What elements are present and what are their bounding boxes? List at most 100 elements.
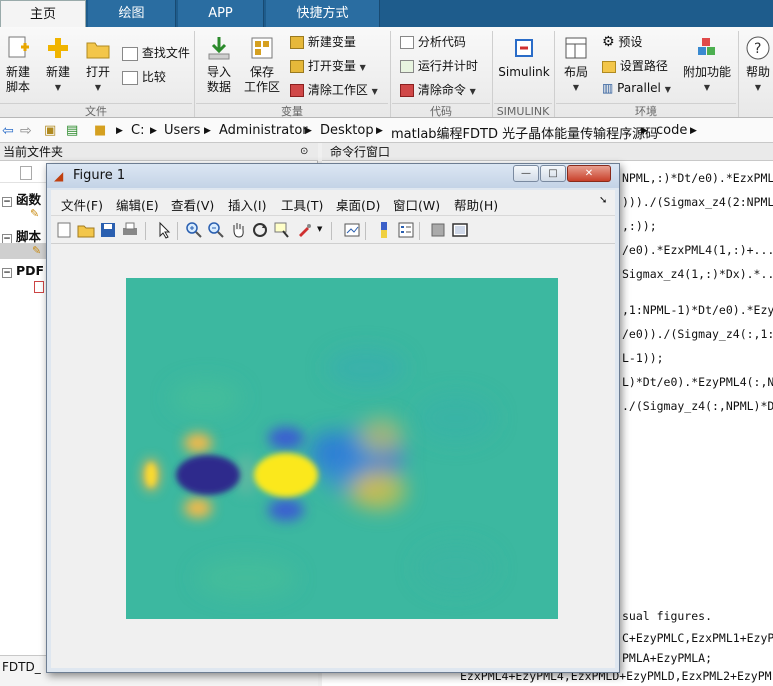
zoom-out-icon[interactable] xyxy=(207,221,225,239)
save-workspace-button[interactable]: 保存 工作区 xyxy=(242,35,282,95)
open-variable-button[interactable]: 打开变量 ▼ xyxy=(290,57,366,74)
pdf-file-icon[interactable] xyxy=(34,281,44,293)
clear-commands-button[interactable]: 清除命令 ▼ xyxy=(400,81,476,98)
new-script-button[interactable]: 新建 脚本 xyxy=(2,35,34,95)
dock-arrow-icon[interactable]: ➘ xyxy=(599,195,607,206)
open-file-icon[interactable] xyxy=(77,221,95,239)
pan-hand-icon[interactable] xyxy=(229,221,247,239)
forward-arrow-icon[interactable]: ⇨ xyxy=(20,123,32,139)
field-intensity-plot[interactable] xyxy=(126,278,558,619)
analyze-code-button[interactable]: 分析代码 xyxy=(400,33,466,50)
run-and-time-button[interactable]: 运行并计时 xyxy=(400,57,478,74)
menu-window[interactable]: 窗口(W) xyxy=(393,195,440,214)
up-folder-icon[interactable]: ▣ xyxy=(44,123,56,138)
current-folder-header: 当前文件夹 ⊙ xyxy=(0,143,318,161)
simulink-icon xyxy=(515,39,533,57)
section-functions-label: 函数 xyxy=(16,192,42,207)
breadcrumb-users[interactable]: Users xyxy=(164,123,200,138)
dropdown-arrow-icon[interactable]: ▼ xyxy=(317,225,322,233)
section-functions[interactable]: − 函数 xyxy=(0,189,41,208)
code-group-label: 代码 xyxy=(392,103,490,118)
parallel-button[interactable]: ▥ Parallel ▼ xyxy=(602,81,671,95)
code-line: NPML,:)*Dt/e0).*EzxPML4 xyxy=(622,171,773,185)
maximize-button[interactable]: □ xyxy=(540,165,566,182)
collapse-icon[interactable]: − xyxy=(2,268,12,278)
import-label: 导入 xyxy=(206,65,231,79)
import-data-button[interactable]: 导入 数据 xyxy=(200,35,238,95)
menu-file[interactable]: 文件(F) xyxy=(61,195,103,214)
new-script-icon xyxy=(8,36,29,58)
dropdown-arrow-icon: ▼ xyxy=(572,83,580,92)
link-plot-icon[interactable] xyxy=(343,221,361,239)
breadcrumb-code[interactable]: code xyxy=(656,123,687,138)
close-button[interactable]: ✕ xyxy=(567,165,611,182)
function-file-icon[interactable]: ✎ xyxy=(30,207,39,220)
layout-button[interactable]: 布局 ▼ xyxy=(560,35,592,95)
new-variable-button[interactable]: 新建变量 xyxy=(290,33,356,50)
new-figure-icon[interactable] xyxy=(55,221,73,239)
tab-shortcuts[interactable]: 快捷方式 xyxy=(266,0,380,27)
compare-button[interactable]: 比较 xyxy=(122,68,166,85)
simulink-button[interactable]: Simulink xyxy=(498,35,550,80)
breadcrumb-desktop[interactable]: Desktop xyxy=(320,123,374,138)
help-button[interactable]: ? 帮助 ▼ xyxy=(744,35,772,95)
breadcrumb-project-folder[interactable]: matlab编程FDTD 光子晶体能量传输程序源码 xyxy=(391,123,658,142)
code-line: ,:)); xyxy=(622,219,657,233)
code-line: /e0))./(Sigmay_z4(:,1:N xyxy=(622,327,773,341)
analyze-icon xyxy=(400,36,414,49)
section-pdf[interactable]: − PDF xyxy=(0,263,44,278)
legend-icon[interactable] xyxy=(397,221,415,239)
tab-home[interactable]: 主页 xyxy=(0,0,86,27)
brush-icon[interactable] xyxy=(295,221,313,239)
find-files-button[interactable]: 查找文件 xyxy=(122,44,190,61)
menu-tools[interactable]: 工具(T) xyxy=(281,195,323,214)
data-cursor-icon[interactable] xyxy=(273,221,291,239)
addons-button[interactable]: 附加功能 ▼ xyxy=(682,35,732,95)
menu-desktop[interactable]: 桌面(D) xyxy=(336,195,380,214)
collapse-icon[interactable]: − xyxy=(2,197,12,207)
toolbar-divider xyxy=(145,222,146,240)
zoom-in-icon[interactable] xyxy=(185,221,203,239)
new-button[interactable]: 新建 ▼ xyxy=(42,35,74,95)
print-icon[interactable] xyxy=(121,221,139,239)
minimize-button[interactable]: — xyxy=(513,165,539,182)
browse-folder-icon[interactable]: ▤ xyxy=(66,123,78,138)
hide-plot-tools-icon[interactable] xyxy=(429,221,447,239)
figure-title-bar[interactable]: ◢ Figure 1 — □ ✕ xyxy=(47,164,619,188)
back-arrow-icon[interactable]: ⇦ xyxy=(2,123,14,139)
menu-help[interactable]: 帮助(H) xyxy=(454,195,498,214)
clear-commands-label: 清除命令 xyxy=(417,83,466,97)
parallel-label: Parallel xyxy=(617,81,661,95)
svg-text:?: ? xyxy=(754,41,761,57)
panel-menu-icon[interactable]: ⊙ xyxy=(300,143,308,161)
open-label: 打开 xyxy=(85,65,110,79)
pointer-icon[interactable] xyxy=(155,221,173,239)
figure-window[interactable]: ◢ Figure 1 — □ ✕ 文件(F) 编辑(E) 查看(V) 插入(I)… xyxy=(46,163,620,673)
menu-edit[interactable]: 编辑(E) xyxy=(116,195,159,214)
breadcrumb-c[interactable]: C: xyxy=(131,123,144,138)
clear-commands-icon xyxy=(400,84,414,97)
show-plot-tools-icon[interactable] xyxy=(451,221,469,239)
clear-workspace-button[interactable]: 清除工作区 ▼ xyxy=(290,81,378,98)
dropdown-arrow-icon: ▼ xyxy=(754,83,762,92)
menu-view[interactable]: 查看(V) xyxy=(171,195,214,214)
save-icon[interactable] xyxy=(99,221,117,239)
figure-canvas[interactable] xyxy=(51,244,615,668)
tab-apps[interactable]: APP xyxy=(178,0,264,27)
set-path-button[interactable]: 设置路径 xyxy=(602,57,668,74)
open-variable-icon xyxy=(290,60,304,73)
tab-plots[interactable]: 绘图 xyxy=(88,0,176,27)
dropdown-arrow-icon: ▼ xyxy=(664,85,671,94)
dropdown-arrow-icon: ▼ xyxy=(359,63,366,72)
breadcrumb-administrator[interactable]: Administrator xyxy=(219,123,308,138)
rotate-3d-icon[interactable] xyxy=(251,221,269,239)
menu-insert[interactable]: 插入(I) xyxy=(228,195,266,214)
colorbar-icon[interactable] xyxy=(375,221,393,239)
breadcrumb-separator-icon: ▶ xyxy=(305,126,312,136)
compare-icon xyxy=(122,70,138,85)
variable-group-label: 变量 xyxy=(196,103,388,118)
preferences-button[interactable]: ⚙ 预设 xyxy=(602,33,642,50)
group-divider xyxy=(554,31,555,117)
open-button[interactable]: 打开 ▼ xyxy=(82,35,114,95)
negative-field-peak xyxy=(176,455,240,495)
